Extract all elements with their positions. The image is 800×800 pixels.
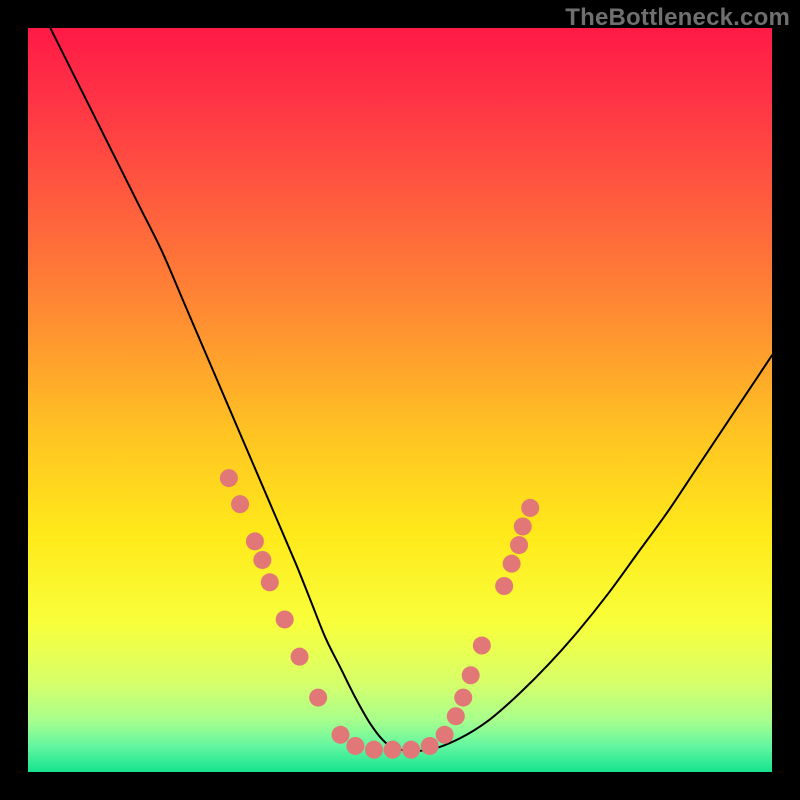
data-marker <box>220 469 238 487</box>
data-marker <box>447 707 465 725</box>
data-marker <box>331 726 349 744</box>
chart-svg <box>28 28 772 772</box>
data-marker <box>246 532 264 550</box>
data-marker <box>462 666 480 684</box>
data-marker <box>231 495 249 513</box>
data-marker <box>261 573 279 591</box>
data-marker <box>384 741 402 759</box>
data-marker <box>454 689 472 707</box>
data-marker <box>503 555 521 573</box>
data-marker <box>421 737 439 755</box>
data-marker <box>346 737 364 755</box>
data-marker <box>402 741 420 759</box>
data-marker <box>276 610 294 628</box>
chart-plot-area <box>28 28 772 772</box>
data-marker <box>510 536 528 554</box>
data-marker <box>495 577 513 595</box>
data-marker <box>521 499 539 517</box>
data-marker <box>473 637 491 655</box>
data-marker <box>514 517 532 535</box>
data-marker <box>436 726 454 744</box>
gradient-background <box>28 28 772 772</box>
data-marker <box>365 741 383 759</box>
data-marker <box>309 689 327 707</box>
data-marker <box>253 551 271 569</box>
data-marker <box>291 648 309 666</box>
chart-frame: TheBottleneck.com <box>0 0 800 800</box>
